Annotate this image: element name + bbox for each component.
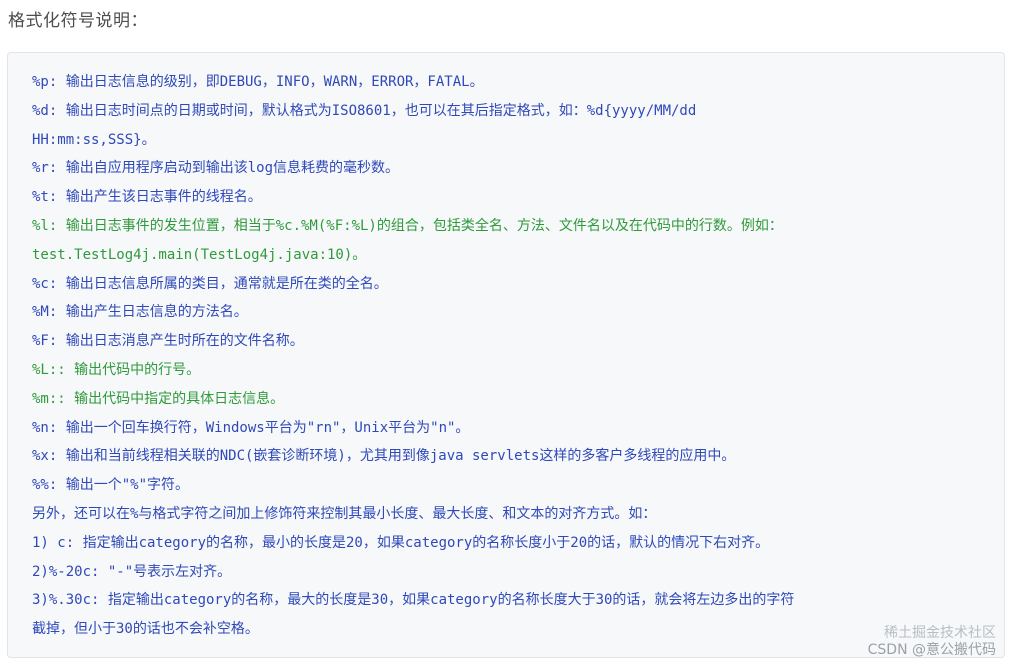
watermark-juejin: 稀土掘金技术社区 bbox=[884, 625, 996, 641]
code-block: %p: 输出日志信息的级别，即DEBUG，INFO，WARN，ERROR，FAT… bbox=[7, 52, 1005, 658]
code-line-M: %M: 输出产生日志信息的方法名。 bbox=[32, 304, 248, 321]
code-line-r: %r: 输出自应用程序启动到输出该log信息耗费的毫秒数。 bbox=[32, 160, 399, 177]
section-heading: 格式化符号说明： bbox=[8, 11, 148, 31]
code-line-example-1: 1) c: 指定输出category的名称，最小的长度是20，如果categor… bbox=[32, 534, 770, 551]
code-line-d-cont: HH:mm:ss,SSS}。 bbox=[32, 131, 156, 148]
watermark: 稀土掘金技术社区 CSDN @意公搬代码 bbox=[868, 625, 996, 659]
code-line-x: %x: 输出和当前线程相关联的NDC(嵌套诊断环境)，尤其用到像java ser… bbox=[32, 448, 736, 465]
code-line-p: %p: 输出日志信息的级别，即DEBUG，INFO，WARN，ERROR，FAT… bbox=[32, 74, 484, 90]
code-line-example-3: 3)%.30c: 指定输出category的名称，最大的长度是30，如果cate… bbox=[32, 592, 795, 609]
code-line-c: %c: 输出日志信息所属的类目，通常就是所在类的全名。 bbox=[32, 275, 388, 292]
code-line-L: %L:: 输出代码中的行号。 bbox=[32, 361, 201, 378]
code-line-m: %m:: 输出代码中指定的具体日志信息。 bbox=[32, 390, 285, 407]
code-line-example-3-cont: 截掉，但小于30的话也不会补空格。 bbox=[32, 621, 259, 638]
code-line-n: %n: 输出一个回车换行符，Windows平台为"rn"，Unix平台为"n"。 bbox=[32, 419, 470, 436]
code-line-modifier-intro: 另外，还可以在%与格式字符之间加上修饰符来控制其最小长度、最大长度、和文本的对齐… bbox=[32, 505, 657, 522]
code-line-F: %F: 输出日志消息产生时所在的文件名称。 bbox=[32, 333, 304, 350]
code-line-l-cont: test.TestLog4j.main(TestLog4j.java:10)。 bbox=[32, 246, 367, 263]
code-line-l: %l: 输出日志事件的发生位置，相当于%c.%M(%F:%L)的组合，包括类全名… bbox=[32, 217, 783, 234]
code-line-t: %t: 输出产生该日志事件的线程名。 bbox=[32, 189, 262, 206]
watermark-csdn: CSDN @意公搬代码 bbox=[867, 642, 996, 658]
code-line-d: %d: 输出日志时间点的日期或时间，默认格式为ISO8601，也可以在其后指定格… bbox=[32, 102, 697, 119]
code-line-example-2: 2)%-20c: "-"号表示左对齐。 bbox=[32, 563, 232, 580]
code-line-percent: %%: 输出一个"%"字符。 bbox=[32, 477, 190, 494]
